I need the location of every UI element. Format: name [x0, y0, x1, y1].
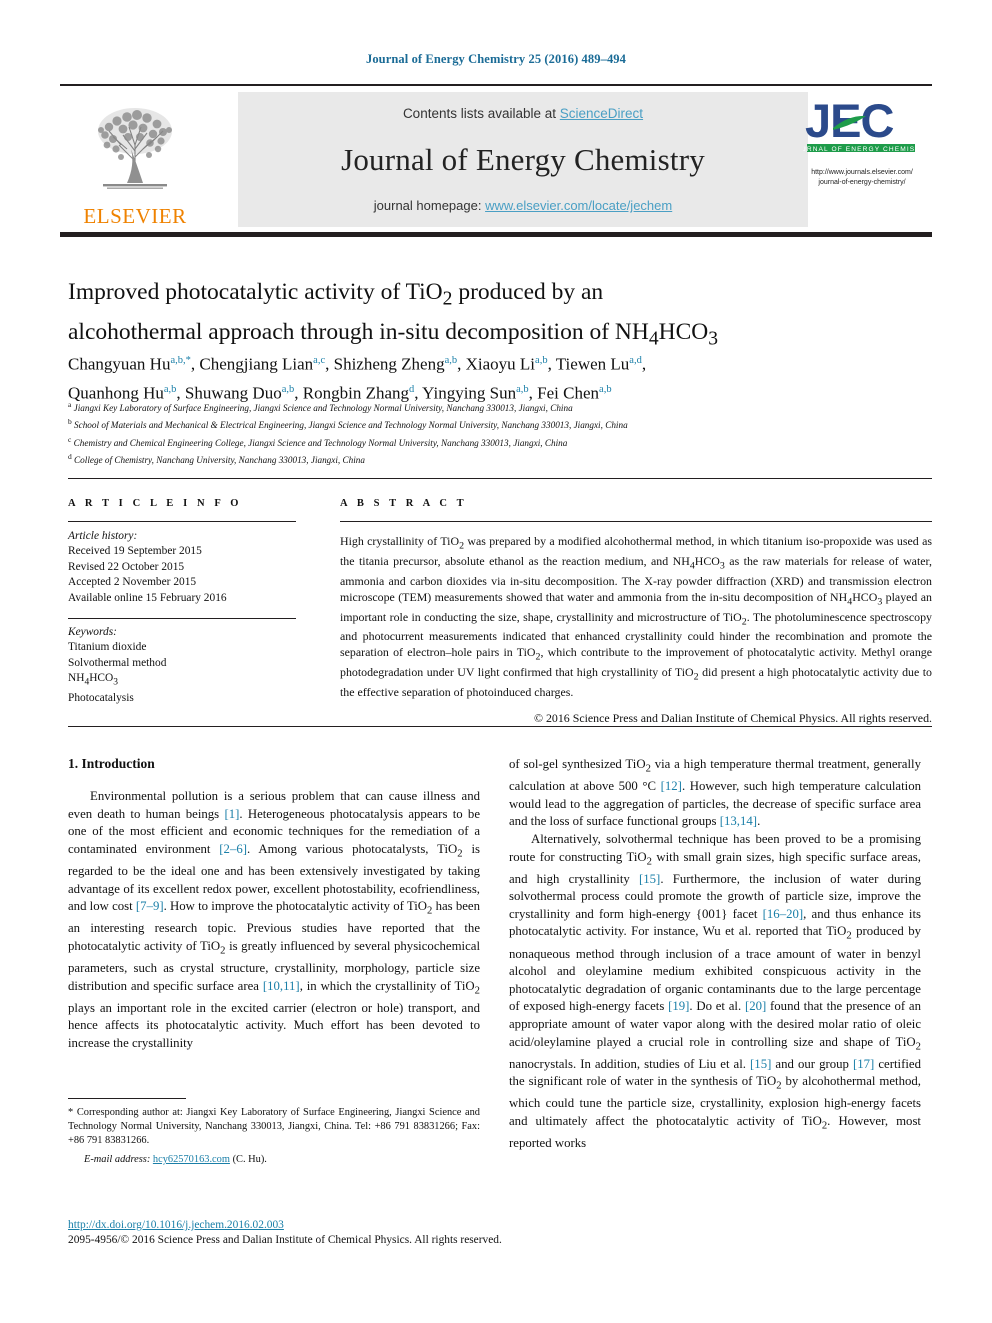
issn-copyright-line: 2095-4956/© 2016 Science Press and Dalia…	[68, 1234, 502, 1246]
email-label: E-mail address:	[84, 1153, 151, 1165]
journal-homepage-link[interactable]: www.elsevier.com/locate/jechem	[485, 198, 672, 213]
header-rule	[60, 84, 932, 86]
abstract-copyright: © 2016 Science Press and Dalian Institut…	[533, 710, 932, 725]
citation-ref[interactable]: [19]	[668, 999, 689, 1013]
elsevier-wordmark: ELSEVIER	[83, 204, 187, 228]
masthead-center-band: Contents lists available at ScienceDirec…	[238, 92, 808, 227]
affiliation-c: c Chemistry and Chemical Engineering Col…	[68, 434, 568, 448]
journal-homepage-line: journal homepage: www.elsevier.com/locat…	[374, 198, 672, 213]
footnote-block: * Corresponding author at: Jiangxi Key L…	[68, 1106, 480, 1167]
keyword-item: Solvothermal method	[68, 656, 167, 669]
citation-ref[interactable]: [1]	[224, 807, 239, 821]
author-list: Changyuan Hua,b,*, Chengjiang Liana,c, S…	[68, 354, 647, 403]
jec-url-line2: journal-of-energy-chemistry/	[818, 179, 906, 187]
keywords-label: Keywords:	[68, 626, 117, 639]
masthead-bottom-rule	[60, 232, 932, 237]
citation-ref[interactable]: [13,14]	[720, 814, 757, 828]
keyword-item: Photocatalysis	[68, 691, 134, 704]
contents-available-line: Contents lists available at ScienceDirec…	[403, 106, 643, 121]
body-column-right: of sol-gel synthesized TiO2 via a high t…	[509, 756, 921, 1153]
elsevier-tree-icon	[98, 108, 172, 189]
info-section-top-rule	[68, 478, 932, 479]
citation-ref[interactable]: [7–9]	[136, 899, 164, 913]
jec-url: http://www.journals.elsevier.com/ journa…	[811, 168, 913, 188]
sciencedirect-link[interactable]: ScienceDirect	[560, 106, 643, 121]
abstract-column: A B S T R A C T High crystallinity of Ti…	[340, 498, 932, 726]
history-received: Received 19 September 2015	[68, 545, 202, 558]
intro-paragraph-1: Environmental pollution is a serious pro…	[68, 789, 480, 1050]
history-revised: Revised 22 October 2015	[68, 560, 185, 573]
article-info-heading: A R T I C L E I N F O	[68, 498, 243, 509]
email-link[interactable]: hcy62570163.com	[153, 1154, 230, 1165]
svg-text:JOURNAL OF ENERGY CHEMISTRY: JOURNAL OF ENERGY CHEMISTRY	[803, 146, 921, 153]
page-title: Improved photocatalytic activity of TiO2…	[68, 279, 719, 350]
email-suffix: (C. Hu).	[232, 1153, 267, 1165]
citation-ref[interactable]: [2–6]	[219, 842, 247, 856]
affiliation-a: a Jiangxi Key Laboratory of Surface Engi…	[68, 400, 573, 414]
history-accepted: Accepted 2 November 2015	[68, 576, 197, 589]
affiliation-d: d College of Chemistry, Nanchang Univers…	[68, 451, 365, 465]
article-history: Article history: Received 19 September 2…	[68, 529, 296, 606]
homepage-prefix: journal homepage:	[373, 198, 486, 213]
abstract-text: High crystallinity of TiO2 was prepared …	[340, 534, 932, 699]
abstract-heading: A B S T R A C T	[340, 498, 468, 509]
intro-paragraph-3: Alternatively, solvothermal technique ha…	[509, 831, 921, 1151]
footer-doi-block: http://dx.doi.org/10.1016/j.jechem.2016.…	[68, 1218, 768, 1248]
body-column-left: 1. Introduction Environmental pollution …	[68, 756, 480, 1053]
citation-ref[interactable]: [20]	[745, 999, 766, 1013]
history-available-online: Available online 15 February 2016	[68, 591, 227, 604]
citation-ref[interactable]: [12]	[661, 779, 682, 793]
jec-url-line1: http://www.journals.elsevier.com/	[811, 169, 913, 176]
citation-ref[interactable]: [10,11]	[263, 979, 300, 993]
email-address-line: E-mail address: hcy62570163.com (C. Hu).	[68, 1153, 480, 1167]
keyword-item: Titanium dioxide	[68, 641, 147, 654]
abstract-rule	[340, 521, 932, 522]
affiliation-b: b School of Materials and Mechanical & E…	[68, 417, 628, 431]
running-head: Journal of Energy Chemistry 25 (2016) 48…	[365, 52, 627, 66]
jec-logo: JEC JOURNAL OF ENERGY CHEMISTRY http://w…	[792, 94, 932, 229]
citation-ref[interactable]: [16–20]	[763, 907, 804, 921]
elsevier-logo: ELSEVIER	[60, 92, 210, 227]
citation-ref[interactable]: [15]	[639, 872, 660, 886]
intro-paragraph-2: of sol-gel synthesized TiO2 via a high t…	[509, 757, 921, 829]
affiliation-list: a Jiangxi Key Laboratory of Surface Engi…	[68, 398, 908, 467]
section-title-introduction: 1. Introduction	[68, 756, 155, 771]
footnote-rule	[68, 1098, 186, 1099]
journal-masthead: ELSEVIER Contents lists available at Sci…	[60, 92, 932, 227]
contents-prefix: Contents lists available at	[402, 106, 560, 121]
citation-ref[interactable]: [15]	[750, 1057, 771, 1071]
doi-link[interactable]: http://dx.doi.org/10.1016/j.jechem.2016.…	[68, 1219, 284, 1231]
keyword-item: NH4HCO3	[68, 672, 119, 688]
paper-page: Journal of Energy Chemistry 25 (2016) 48…	[0, 0, 992, 1323]
info-section-bottom-rule	[68, 726, 932, 727]
corresponding-author-note: * Corresponding author at: Jiangxi Key L…	[68, 1107, 480, 1147]
article-info-rule	[68, 521, 296, 522]
jec-wordmark-icon: JEC JOURNAL OF ENERGY CHEMISTRY	[803, 94, 921, 153]
keywords-rule	[68, 618, 296, 620]
article-info-column: A R T I C L E I N F O Article history: R…	[68, 498, 296, 706]
citation-ref[interactable]: [17]	[853, 1057, 874, 1071]
article-history-label: Article history:	[68, 530, 138, 542]
keywords-block: Keywords: Titanium dioxide Solvothermal …	[68, 625, 296, 706]
journal-title: Journal of Energy Chemistry	[341, 141, 705, 177]
